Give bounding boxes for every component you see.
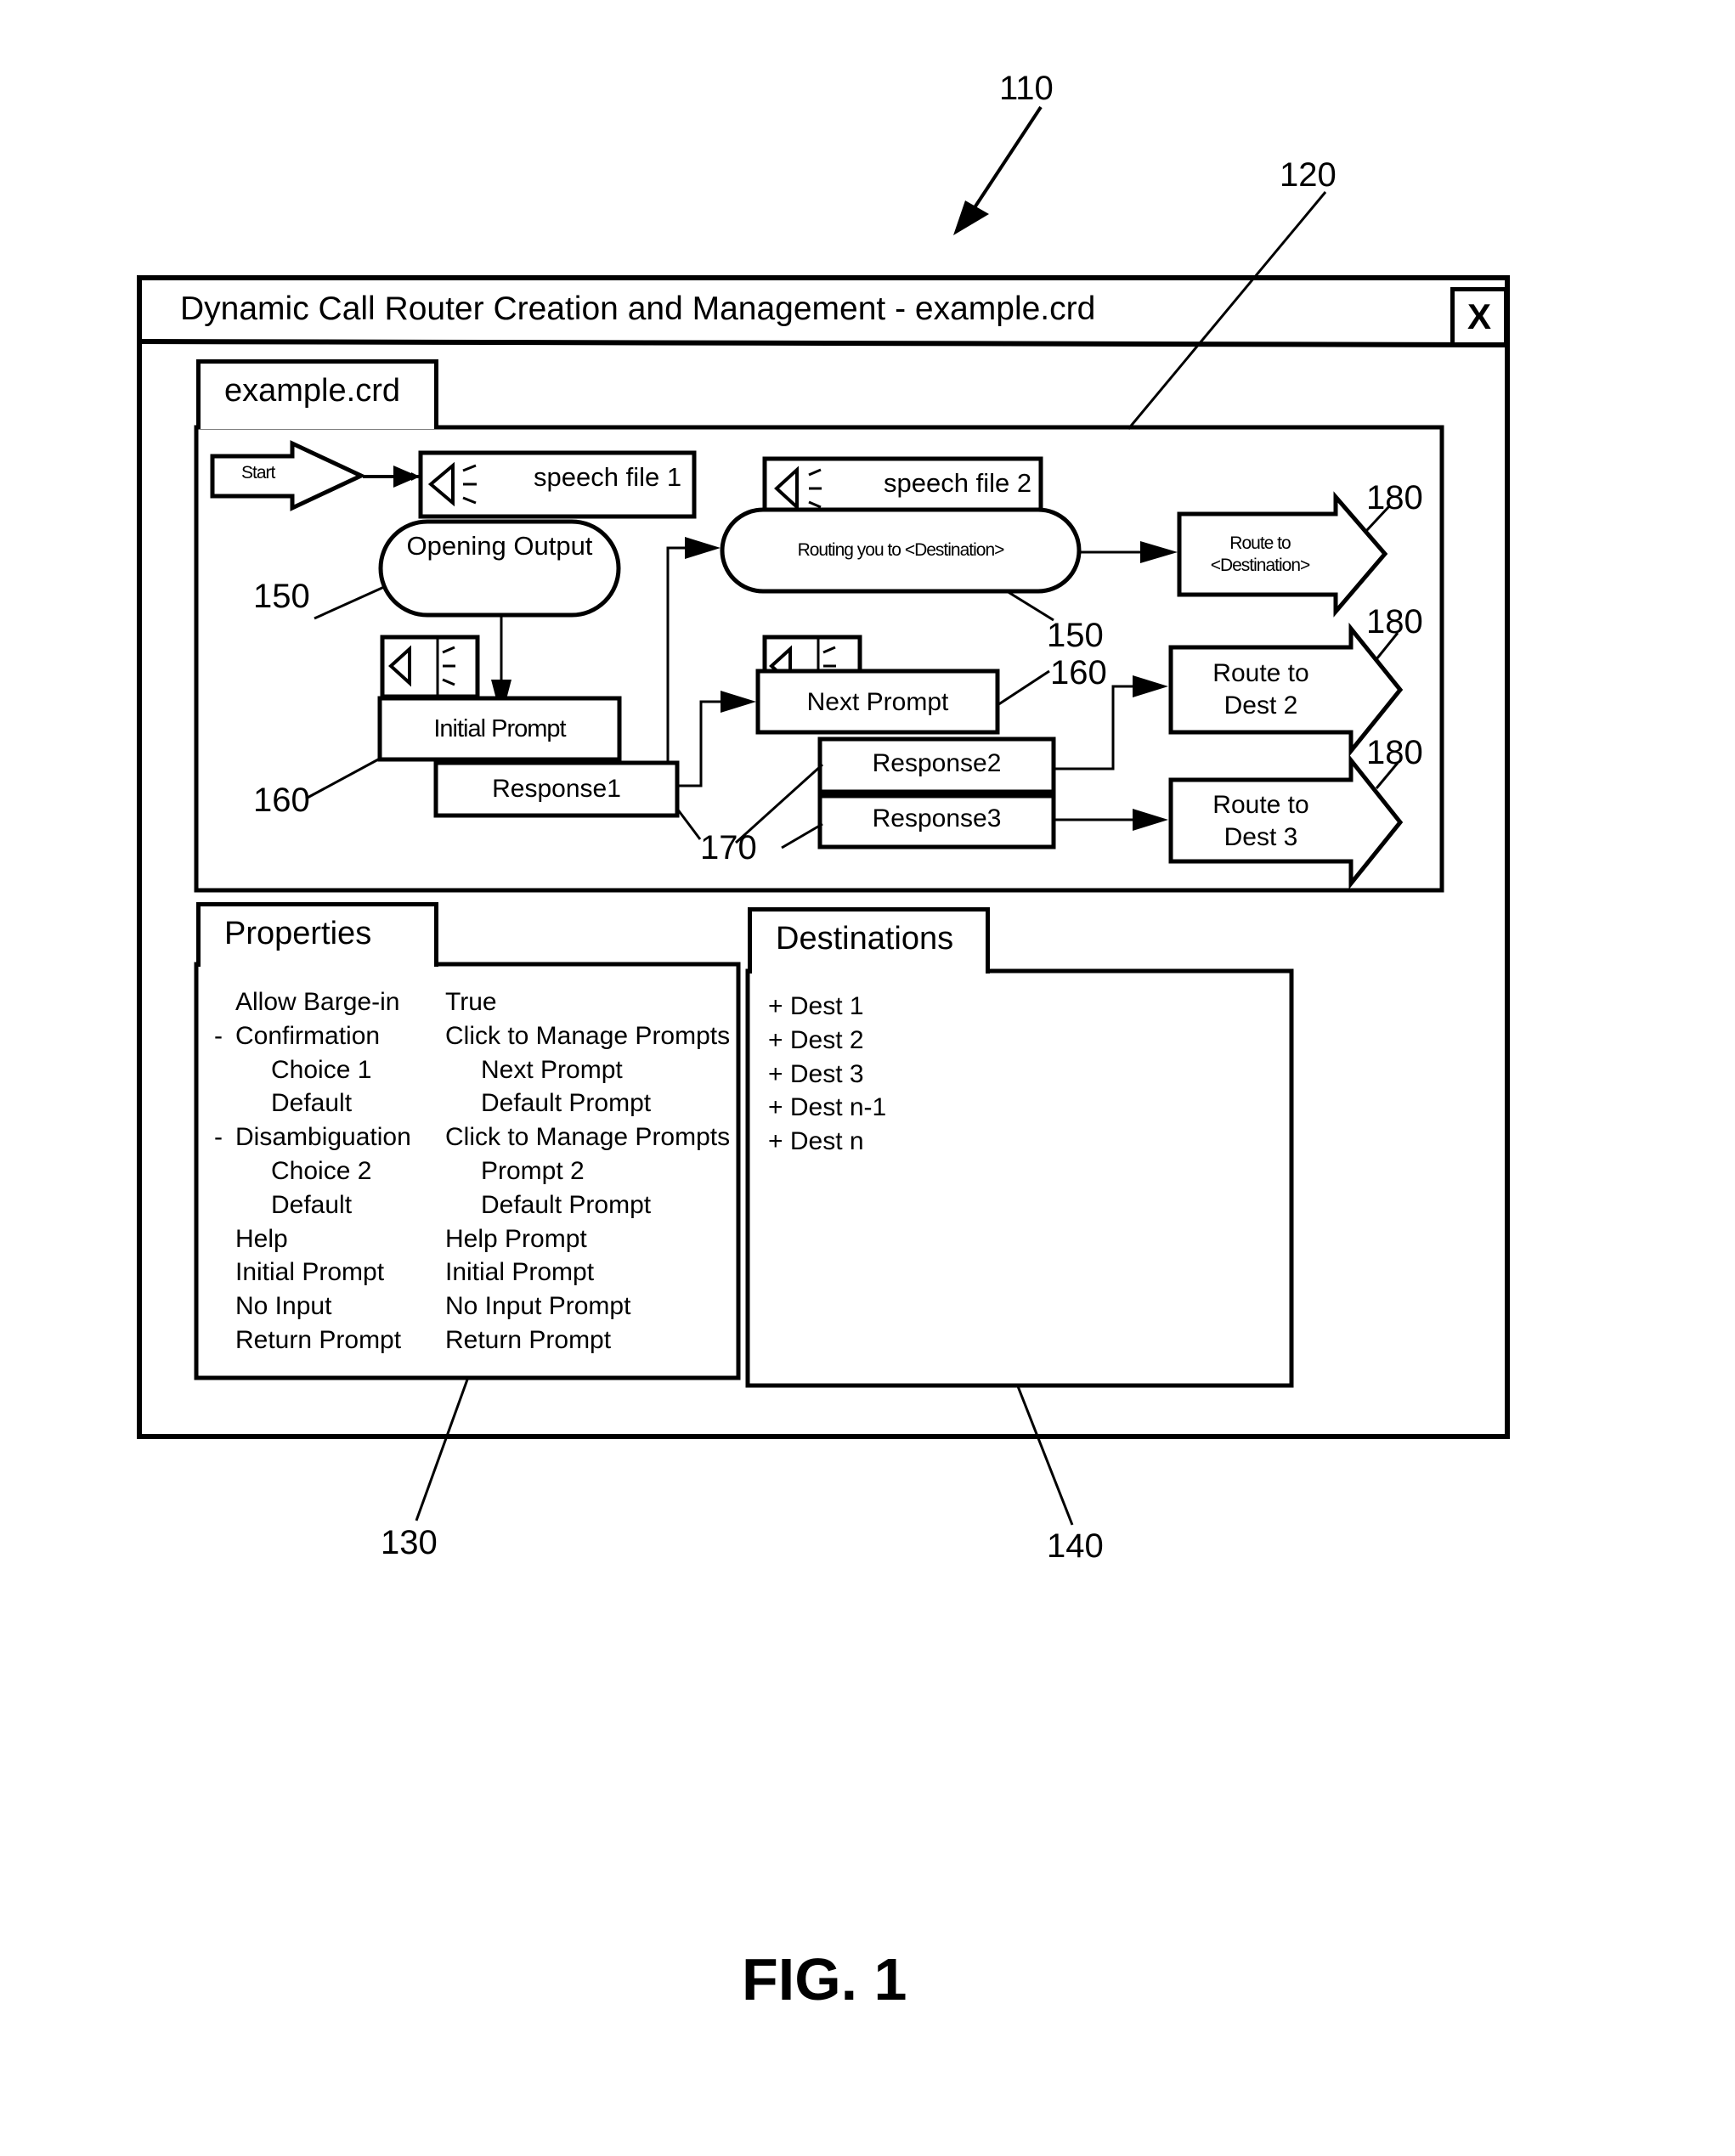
destination-item[interactable]: + Dest n xyxy=(768,1127,864,1156)
ref-110: 110 xyxy=(999,70,1054,107)
ref-180-a: 180 xyxy=(1366,479,1423,516)
ref-180-c: 180 xyxy=(1366,734,1423,771)
close-button[interactable]: X xyxy=(1450,287,1508,347)
response3-label: Response3 xyxy=(872,804,1002,832)
tab-destinations[interactable]: Destinations xyxy=(748,907,990,974)
response1-label: Response1 xyxy=(492,775,621,803)
tab-label: example.crd xyxy=(224,373,400,409)
destination-item[interactable]: + Dest 1 xyxy=(768,992,864,1021)
property-name: Return Prompt xyxy=(235,1326,402,1354)
ref-150-a: 150 xyxy=(253,578,310,615)
routing-output-label: Routing you to <Destination> xyxy=(797,540,1005,560)
leader-130 xyxy=(415,1379,469,1521)
property-value[interactable]: Return Prompt xyxy=(445,1326,611,1355)
close-icon: X xyxy=(1467,296,1491,336)
destination-item[interactable]: + Dest 3 xyxy=(768,1060,864,1089)
property-name: Choice 2 xyxy=(271,1157,372,1185)
route-to-dest2-label: Route to Dest 2 xyxy=(1171,658,1351,722)
route-label-line1: Route to xyxy=(1212,791,1309,819)
ref-130: 130 xyxy=(381,1524,438,1561)
property-name: Help xyxy=(235,1224,288,1253)
property-value[interactable]: Default Prompt xyxy=(481,1191,651,1220)
leader-120 xyxy=(1127,191,1327,430)
leader-150-a xyxy=(314,585,385,620)
property-name: Initial Prompt xyxy=(235,1258,385,1287)
leader-160-b xyxy=(997,669,1050,707)
response2-label: Response2 xyxy=(872,749,1002,777)
route-to-dest3-label: Route to Dest 3 xyxy=(1171,789,1351,854)
ref-170: 170 xyxy=(700,829,757,866)
speech-file-2-label: speech file 2 xyxy=(884,468,1032,498)
connector-response1-next xyxy=(677,700,722,787)
ref-140: 140 xyxy=(1047,1527,1104,1565)
property-value[interactable]: Prompt 2 xyxy=(481,1157,585,1186)
collapse-toggle[interactable]: - xyxy=(214,1123,223,1152)
route-label-line2: Dest 2 xyxy=(1224,691,1298,720)
property-name: Default xyxy=(271,1190,353,1219)
ref-180-b: 180 xyxy=(1366,603,1423,641)
speech-file-1-label: speech file 1 xyxy=(534,462,682,492)
route-label-line2: <Destination> xyxy=(1210,556,1311,575)
ref-120: 120 xyxy=(1280,156,1337,194)
property-value[interactable]: Help Prompt xyxy=(445,1225,587,1254)
arrowhead xyxy=(1133,809,1168,831)
start-label: Start xyxy=(241,463,275,483)
tab-label: Destinations xyxy=(776,921,954,957)
next-prompt-label: Next Prompt xyxy=(806,688,949,716)
property-value[interactable]: Next Prompt xyxy=(481,1056,623,1085)
arrowhead xyxy=(721,691,756,713)
leader-160-a xyxy=(305,757,381,800)
leader-150-b xyxy=(1006,590,1054,622)
window-title: Dynamic Call Router Creation and Managem… xyxy=(180,291,1096,327)
property-name: Confirmation xyxy=(235,1021,381,1050)
property-name: Allow Barge-in xyxy=(235,988,400,1016)
route-label-line1: Route to xyxy=(1229,533,1291,553)
title-bar-divider xyxy=(138,339,1508,347)
destination-item[interactable]: + Dest 2 xyxy=(768,1026,864,1055)
initial-prompt-label: Initial Prompt xyxy=(433,715,566,742)
tab-properties[interactable]: Properties xyxy=(196,902,438,967)
arrowhead xyxy=(685,537,721,559)
arrowhead xyxy=(393,466,419,488)
tab-example-crd[interactable]: example.crd xyxy=(196,359,438,429)
leader-110 xyxy=(967,105,1043,218)
property-name: Default xyxy=(271,1089,353,1118)
connector-response2-dest2 xyxy=(1054,685,1134,770)
collapse-toggle[interactable]: - xyxy=(214,1022,223,1051)
arrowhead xyxy=(1140,541,1178,563)
destination-item[interactable]: + Dest n-1 xyxy=(768,1093,886,1122)
tab-label: Properties xyxy=(224,916,372,951)
ref-160-a: 160 xyxy=(253,782,310,819)
property-name: No Input xyxy=(235,1292,332,1321)
connector-initial-routing xyxy=(619,546,687,764)
route-to-destination-label: Route to <Destination> xyxy=(1179,533,1341,577)
property-value[interactable]: Default Prompt xyxy=(481,1089,651,1118)
property-name: Disambiguation xyxy=(235,1123,411,1152)
arrowhead-110 xyxy=(953,200,989,235)
ref-160-b: 160 xyxy=(1050,654,1107,691)
ref-150-b: 150 xyxy=(1047,617,1104,654)
route-label-line1: Route to xyxy=(1212,659,1309,687)
property-value[interactable]: Click to Manage Prompts xyxy=(445,1123,730,1152)
opening-output-label: Opening Output xyxy=(406,531,593,561)
initial-prompt-speech-node[interactable] xyxy=(380,635,480,699)
leader-170-a xyxy=(675,808,702,840)
property-name: Choice 1 xyxy=(271,1055,372,1084)
start-node[interactable] xyxy=(210,440,366,511)
property-value[interactable]: No Input Prompt xyxy=(445,1292,630,1321)
leader-140 xyxy=(1016,1386,1074,1526)
route-label-line2: Dest 3 xyxy=(1224,823,1298,851)
property-value[interactable]: True xyxy=(445,988,497,1017)
arrowhead xyxy=(1133,675,1168,697)
property-value[interactable]: Initial Prompt xyxy=(445,1258,594,1287)
leader-170-c xyxy=(781,822,823,849)
property-value[interactable]: Click to Manage Prompts xyxy=(445,1022,730,1051)
figure-label: FIG. 1 xyxy=(742,1946,907,2012)
